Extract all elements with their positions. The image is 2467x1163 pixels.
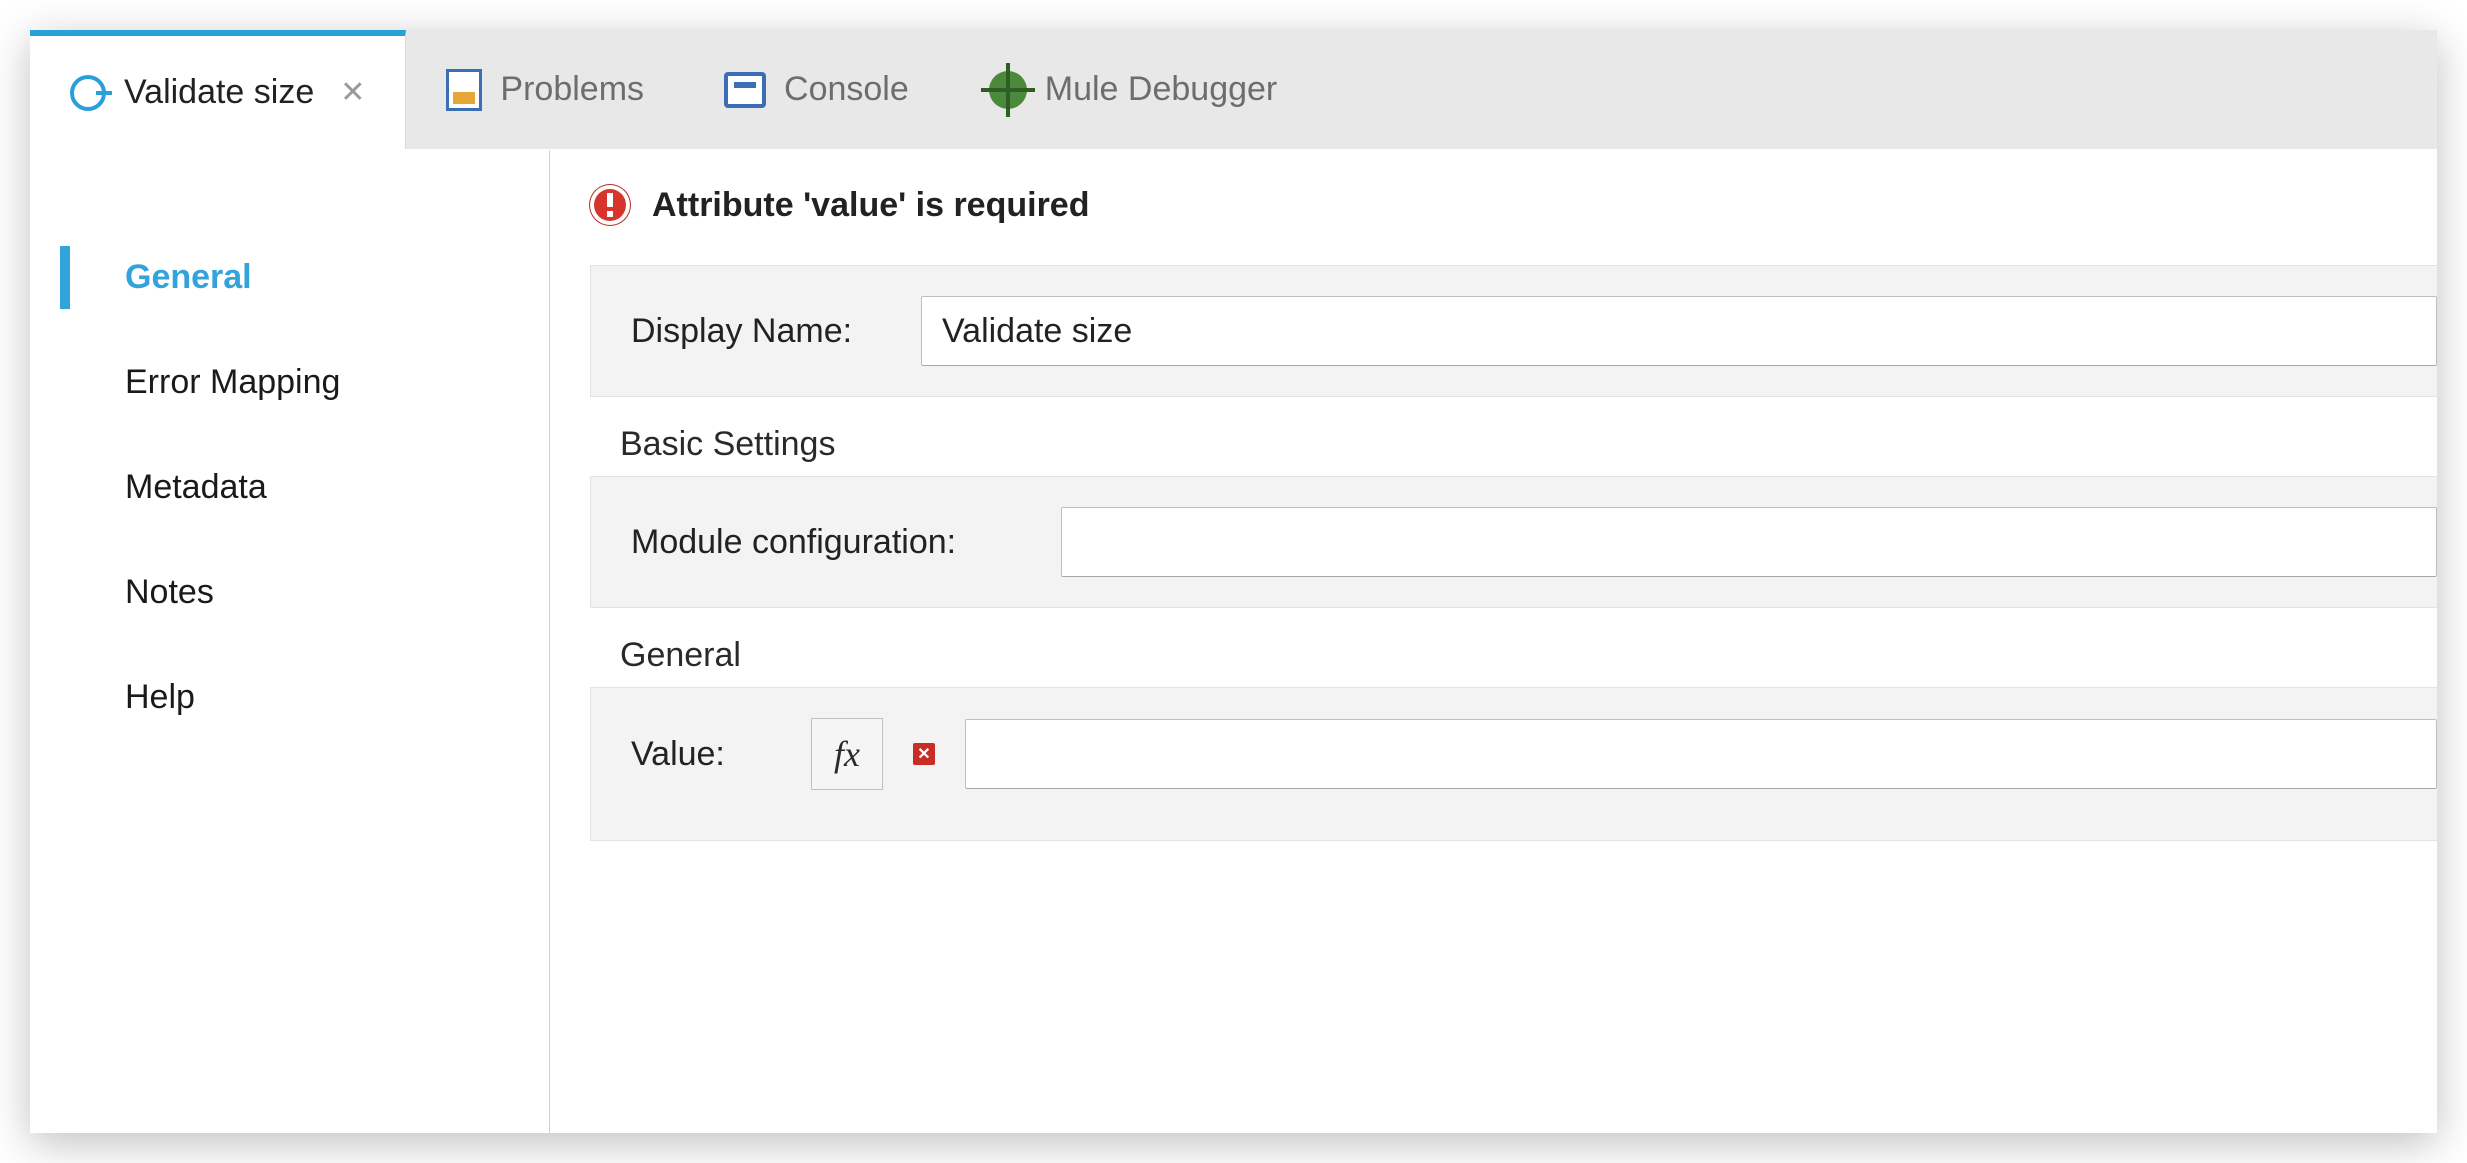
tab-label: Validate size (124, 73, 314, 112)
value-input[interactable] (965, 719, 2437, 789)
general-section-title: General (620, 636, 2437, 675)
sidebar-item-label: Notes (125, 573, 214, 611)
value-row: Value: fx ✕ (631, 718, 2437, 790)
bug-icon (989, 71, 1027, 109)
sidebar-item-general[interactable]: General (60, 240, 549, 315)
viewport: Validate size ✕ Problems Console Mule De… (0, 0, 2467, 1163)
basic-settings-title: Basic Settings (620, 425, 2437, 464)
tab-console[interactable]: Console (684, 30, 949, 149)
display-name-row: Display Name: (631, 296, 2437, 366)
error-icon (590, 185, 630, 225)
tab-strip: Validate size ✕ Problems Console Mule De… (30, 30, 2437, 150)
module-config-input[interactable] (1061, 507, 2437, 577)
tab-label: Console (784, 70, 909, 109)
tab-mule-debugger[interactable]: Mule Debugger (949, 30, 1317, 149)
sidebar-item-error-mapping[interactable]: Error Mapping (60, 345, 549, 420)
sidebar-item-label: General (125, 258, 252, 296)
module-config-row: Module configuration: (631, 507, 2437, 577)
sidebar-item-label: Help (125, 678, 195, 716)
tab-label: Problems (500, 70, 644, 109)
sidebar-item-metadata[interactable]: Metadata (60, 450, 549, 525)
tab-label: Mule Debugger (1045, 70, 1277, 109)
sidebar-item-help[interactable]: Help (60, 660, 549, 735)
problems-icon (446, 69, 482, 111)
display-name-group: Display Name: (590, 265, 2437, 397)
console-icon (724, 72, 766, 108)
error-message: Attribute 'value' is required (652, 186, 1089, 225)
sidebar-item-notes[interactable]: Notes (60, 555, 549, 630)
tab-problems[interactable]: Problems (406, 30, 684, 149)
general-group: Value: fx ✕ (590, 687, 2437, 841)
basic-settings-group: Module configuration: (590, 476, 2437, 608)
properties-panel: Validate size ✕ Problems Console Mule De… (30, 30, 2437, 1133)
value-label: Value: (631, 735, 781, 774)
sidebar: General Error Mapping Metadata Notes Hel… (30, 150, 550, 1133)
fx-button[interactable]: fx (811, 718, 883, 790)
field-error-icon: ✕ (913, 743, 935, 765)
panel-body: General Error Mapping Metadata Notes Hel… (30, 150, 2437, 1133)
content-area: Attribute 'value' is required Display Na… (550, 150, 2437, 1133)
sidebar-item-label: Metadata (125, 468, 267, 506)
error-bar: Attribute 'value' is required (590, 185, 2437, 225)
display-name-input[interactable] (921, 296, 2437, 366)
fx-icon: fx (834, 733, 860, 775)
close-icon[interactable]: ✕ (340, 75, 365, 110)
module-config-label: Module configuration: (631, 523, 1031, 562)
display-name-label: Display Name: (631, 312, 891, 351)
validate-size-icon (70, 75, 106, 111)
sidebar-item-label: Error Mapping (125, 363, 340, 401)
tab-validate-size[interactable]: Validate size ✕ (30, 30, 406, 149)
